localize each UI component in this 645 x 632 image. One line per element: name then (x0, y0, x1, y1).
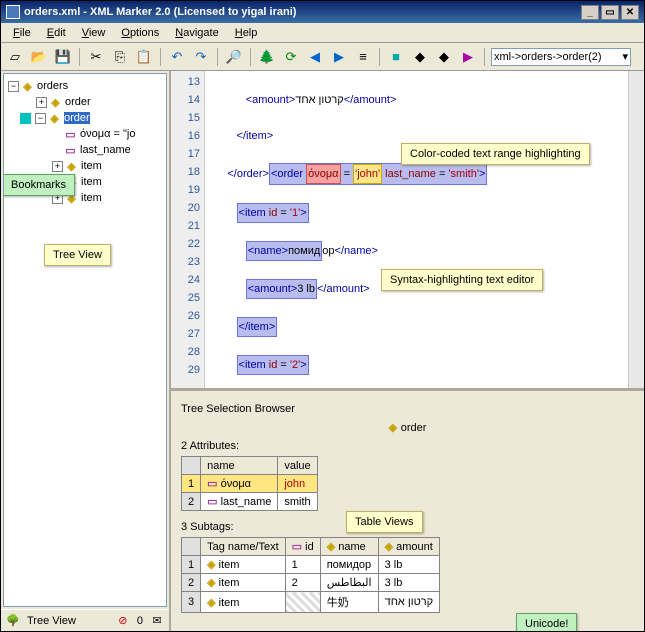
sidebar-status: 🌳 Tree View ⊘ 0 ✉ (1, 609, 169, 631)
menu-bar: File Edit View Options Navigate Help (1, 23, 644, 43)
maximize-button[interactable]: ▭ (601, 5, 619, 20)
find-icon[interactable]: 🔎 (224, 47, 244, 67)
right-pane: 13 14 15 16 17 18 19 20 21 22 23 24 25 2… (171, 71, 644, 631)
attribute-icon: ▭ (64, 145, 77, 156)
tree-selection-browser: Tree Selection Browser ◈ order 2 Attribu… (171, 391, 644, 631)
errors-icon[interactable]: ⊘ (115, 614, 131, 627)
tree-node-order2[interactable]: order (64, 112, 90, 124)
tree-root[interactable]: orders (37, 80, 68, 92)
app-icon (6, 5, 20, 19)
table-row[interactable]: 3◈ item牛奶קרטון אחד (182, 592, 440, 613)
close-button[interactable]: ✕ (621, 5, 639, 20)
refresh-icon[interactable]: ⟳ (281, 47, 301, 67)
run-icon[interactable]: ▶ (458, 47, 478, 67)
callout-color-coded: Color-coded text range highlighting (401, 143, 590, 165)
menu-edit[interactable]: Edit (39, 25, 74, 40)
marker1-icon[interactable]: ■ (386, 47, 406, 67)
col-name2[interactable]: ◈ name (320, 538, 378, 556)
title-bar: orders.xml - XML Marker 2.0 (Licensed to… (1, 1, 644, 23)
attribute-icon: ▭ (64, 129, 77, 140)
element-icon: ◈ (48, 113, 61, 124)
minimize-button[interactable]: _ (581, 5, 599, 20)
tree-view[interactable]: − ◈ orders + ◈ order − ◈ order ▭ όν (3, 73, 167, 607)
tree-icon[interactable]: 🌲 (257, 47, 277, 67)
table-row[interactable]: 1▭ όνομαjohn (182, 475, 318, 493)
undo-icon[interactable]: ↶ (167, 47, 187, 67)
expand-icon[interactable]: + (36, 97, 47, 108)
cut-icon[interactable]: ✂ (86, 47, 106, 67)
attributes-table[interactable]: namevalue 1▭ όνομαjohn 2▭ last_namesmith (181, 456, 318, 511)
collapse-icon[interactable]: − (35, 113, 46, 124)
tree-attr-lastname[interactable]: last_name (80, 144, 131, 156)
menu-view[interactable]: View (74, 25, 114, 40)
paste-icon[interactable]: 📋 (134, 47, 154, 67)
prev-sibling-icon[interactable]: ◀ (305, 47, 325, 67)
tree-tab-icon[interactable]: 🌳 (5, 614, 21, 627)
callout-unicode: Unicode! (516, 613, 577, 631)
expand-icon[interactable]: + (52, 161, 63, 172)
callout-tree-view: Tree View (44, 244, 111, 266)
code-editor[interactable]: 13 14 15 16 17 18 19 20 21 22 23 24 25 2… (171, 71, 644, 391)
main-area: − ◈ orders + ◈ order − ◈ order ▭ όν (1, 71, 644, 631)
sidebar: − ◈ orders + ◈ order − ◈ order ▭ όν (1, 71, 171, 631)
new-icon[interactable]: ▱ (5, 47, 25, 67)
copy-icon[interactable]: ⎘ (110, 47, 130, 67)
subtags-table[interactable]: Tag name/Text ▭ id ◈ name ◈ amount 1◈ it… (181, 537, 440, 613)
element-icon: ◈ (65, 161, 78, 172)
attributes-header: 2 Attributes: (181, 440, 634, 452)
open-icon[interactable]: 📂 (29, 47, 49, 67)
next-sibling-icon[interactable]: ▶ (329, 47, 349, 67)
table-row[interactable]: 2▭ last_namesmith (182, 493, 318, 511)
element-icon: ◈ (49, 97, 62, 108)
branch-selector-value: xml->orders->order(2) (494, 51, 602, 63)
format-icon[interactable]: ≡ (353, 47, 373, 67)
window-title: orders.xml - XML Marker 2.0 (Licensed to… (24, 6, 296, 18)
tree-node-item3[interactable]: item (81, 192, 102, 204)
browser-node: ◈ order (181, 419, 634, 434)
tree-node-item2[interactable]: item (81, 176, 102, 188)
table-row[interactable]: 2◈ item2البطاطس3 lb (182, 574, 440, 592)
save-icon[interactable]: 💾 (53, 47, 73, 67)
editor-scrollbar[interactable] (628, 71, 644, 388)
callout-table-views: Table Views (346, 511, 423, 533)
element-icon: ◈ (21, 81, 34, 92)
col-amount[interactable]: ◈ amount (378, 538, 440, 556)
tree-tab-label[interactable]: Tree View (27, 615, 76, 627)
browser-title: Tree Selection Browser (181, 403, 634, 415)
collapse-icon[interactable]: − (8, 81, 19, 92)
tree-attr-onoma[interactable]: όνομα = "jo (80, 128, 135, 140)
tree-node-order1[interactable]: order (65, 96, 91, 108)
branch-selector[interactable]: xml->orders->order(2) ▾ (491, 48, 631, 66)
table-row[interactable]: 1◈ item1помидор3 lb (182, 556, 440, 574)
redo-icon[interactable]: ↷ (191, 47, 211, 67)
next-marker-icon[interactable]: ◆ (434, 47, 454, 67)
tree-node-item1[interactable]: item (81, 160, 102, 172)
col-tagname[interactable]: Tag name/Text (201, 538, 286, 556)
dropdown-icon: ▾ (622, 50, 628, 63)
menu-file[interactable]: File (5, 25, 39, 40)
col-name[interactable]: name (201, 457, 278, 475)
col-id[interactable]: ▭ id (285, 538, 320, 556)
messages-icon[interactable]: ✉ (149, 614, 165, 627)
menu-help[interactable]: Help (227, 25, 266, 40)
menu-navigate[interactable]: Navigate (167, 25, 226, 40)
callout-bookmarks: Bookmarks (3, 174, 75, 196)
code-area[interactable]: <amount>קרטון אחד</amount> </item> </ord… (205, 71, 628, 388)
bookmark-icon[interactable] (20, 113, 31, 124)
app-window: orders.xml - XML Marker 2.0 (Licensed to… (0, 0, 645, 632)
menu-options[interactable]: Options (113, 25, 167, 40)
line-gutter: 13 14 15 16 17 18 19 20 21 22 23 24 25 2… (171, 71, 205, 388)
toolbar: ▱ 📂 💾 ✂ ⎘ 📋 ↶ ↷ 🔎 🌲 ⟳ ◀ ▶ ≡ ■ ◆ ◆ ▶ xml-… (1, 43, 644, 71)
error-count: 0 (137, 615, 143, 627)
col-value[interactable]: value (278, 457, 317, 475)
callout-syntax: Syntax-highlighting text editor (381, 269, 543, 291)
prev-marker-icon[interactable]: ◆ (410, 47, 430, 67)
